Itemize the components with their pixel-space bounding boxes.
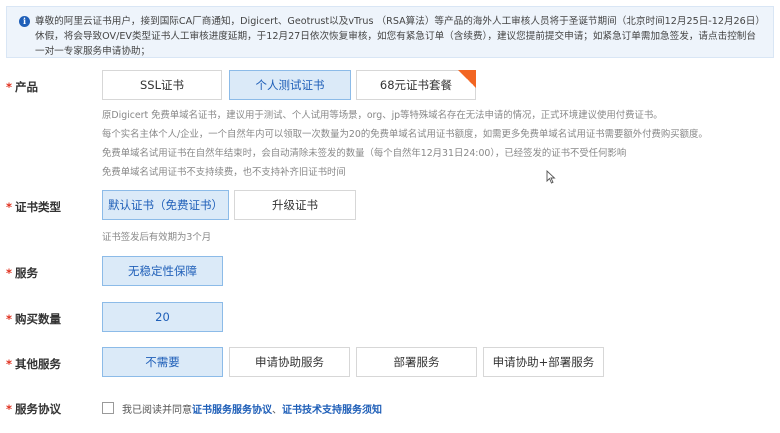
desc-line: 原Digicert 免费单域名证书，建议用于测试、个人试用等场景，org、jp等…: [102, 110, 663, 121]
notice-text: 尊敬的阿里云证书用户，接到国际CA厂商通知，Digicert、Geotrust以…: [35, 16, 761, 57]
info-icon: i: [19, 16, 30, 27]
product-option-label: 68元证书套餐: [379, 78, 453, 92]
other-service-option-none[interactable]: 不需要: [102, 347, 223, 377]
required-mark: *: [6, 80, 13, 94]
desc-line: 每个实名主体个人/企业，一个自然年内可以领取一次数量为20的免费单域名试用证书额…: [102, 129, 708, 140]
tech-support-notice-link[interactable]: 证书技术支持服务须知: [282, 405, 382, 416]
desc-line: 免费单域名试用证书在自然年结束时，会自动清除未签发的数量（每个自然年12月31日…: [102, 148, 627, 159]
cert-validity-note: 证书签发后有效期为3个月: [102, 232, 212, 243]
quantity-option[interactable]: 20: [102, 302, 223, 332]
other-service-option-apply-assist[interactable]: 申请协助服务: [229, 347, 350, 377]
service-option-no-sla[interactable]: 无稳定性保障: [102, 256, 223, 286]
agreement-checkbox[interactable]: [102, 402, 114, 414]
cert-type-label: * 证书类型: [6, 200, 62, 214]
other-services-label: * 其他服务: [6, 357, 62, 371]
notice-banner: i 尊敬的阿里云证书用户，接到国际CA厂商通知，Digicert、Geotrus…: [6, 6, 774, 58]
product-option-personal-test[interactable]: 个人测试证书: [229, 70, 351, 100]
quantity-label: * 购买数量: [6, 312, 62, 326]
required-mark: *: [6, 200, 13, 214]
agreement-separator: 、: [272, 405, 282, 416]
cert-type-option-default[interactable]: 默认证书（免费证书）: [102, 190, 229, 220]
required-mark: *: [6, 266, 13, 280]
service-label: * 服务: [6, 266, 39, 280]
product-description: 原Digicert 免费单域名证书，建议用于测试、个人试用等场景，org、jp等…: [102, 106, 708, 182]
agreement-label: * 服务协议: [6, 402, 62, 416]
service-agreement-link[interactable]: 证书服务服务协议: [192, 405, 272, 416]
product-option-ssl[interactable]: SSL证书: [102, 70, 222, 100]
mouse-cursor-icon: [546, 170, 556, 184]
other-service-option-assist-deploy[interactable]: 申请协助+部署服务: [483, 347, 604, 377]
desc-line: 免费单域名试用证书不支持续费，也不支持补齐旧证书时间: [102, 167, 346, 178]
agreement-text: 我已阅读并同意证书服务服务协议、证书技术支持服务须知: [122, 401, 382, 416]
other-service-option-deploy[interactable]: 部署服务: [356, 347, 477, 377]
product-option-68-package[interactable]: 68元证书套餐 热卖: [356, 70, 476, 100]
required-mark: *: [6, 357, 13, 371]
agreement-prefix: 我已阅读并同意: [122, 405, 192, 416]
cert-type-option-upgrade[interactable]: 升级证书: [234, 190, 356, 220]
required-mark: *: [6, 402, 13, 416]
product-label: * 产品: [6, 80, 39, 94]
required-mark: *: [6, 312, 13, 326]
